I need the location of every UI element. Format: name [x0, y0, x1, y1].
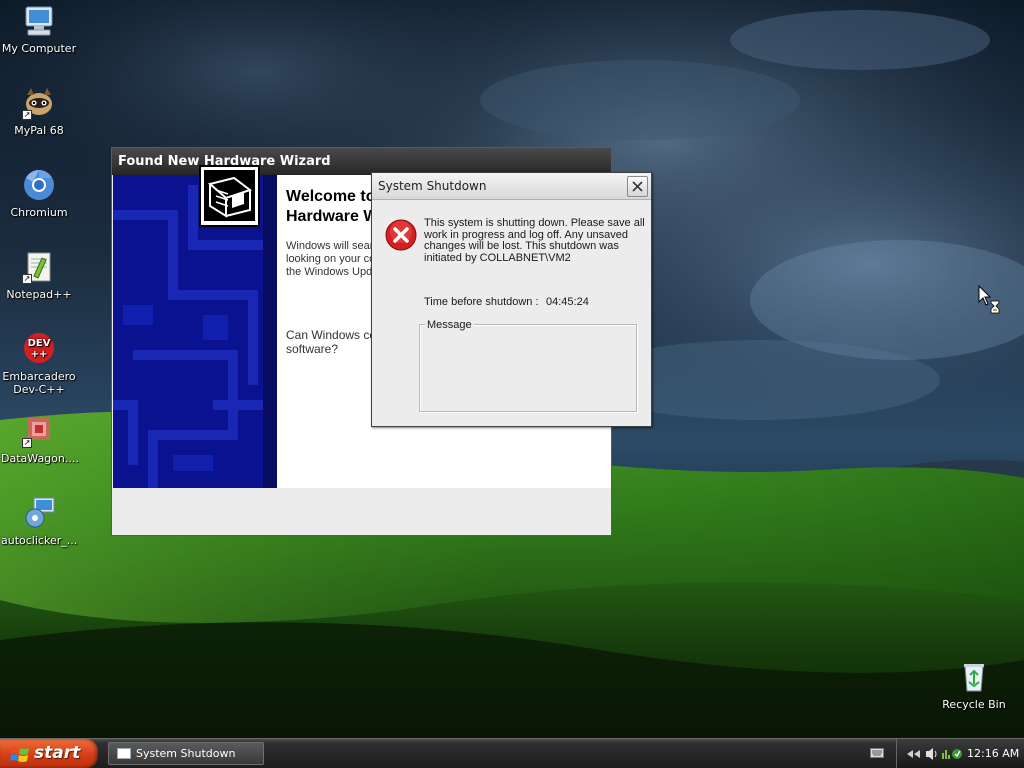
taskbar-clock[interactable]: 12:16 AM — [967, 747, 1019, 760]
busy-cursor-icon — [978, 284, 1000, 318]
close-icon — [632, 181, 643, 192]
desktop-icon-label: Chromium — [10, 206, 68, 219]
svg-text:++: ++ — [31, 349, 48, 360]
devcpp-icon: DEV ++ — [22, 332, 56, 366]
desktop-icon-label-line2: Dev-C++ — [13, 383, 65, 396]
desktop-icon-notepadpp[interactable]: ↗ Notepad++ — [1, 250, 77, 301]
desktop-icon-recycle-bin[interactable]: Recycle Bin — [936, 660, 1012, 711]
wizard-titlebar[interactable]: Found New Hardware Wizard — [112, 148, 611, 175]
network-icon[interactable] — [907, 750, 920, 758]
datawagon-icon: ↗ — [22, 414, 56, 448]
hardware-card-icon — [199, 165, 260, 227]
system-shutdown-dialog[interactable]: System Shutdown This system is shutting … — [371, 172, 652, 427]
error-icon — [385, 219, 417, 251]
message-group-label: Message — [425, 319, 474, 331]
shutdown-message-line1: This system is shutting down. Please sav… — [424, 217, 645, 229]
start-label: start — [34, 743, 81, 763]
desktop-icon-label: Notepad++ — [6, 288, 72, 301]
desktop-icon-chromium[interactable]: Chromium — [1, 168, 77, 219]
shutdown-message-line4: initiated by COLLABNET\VM2 — [424, 251, 571, 264]
system-tray: 12:16 AM — [896, 739, 1024, 768]
desktop-icon-label: MyPal 68 — [14, 124, 64, 137]
desktop-icon-label: My Computer — [1, 42, 77, 55]
desktop-icon-my-computer[interactable]: My Computer — [1, 4, 77, 55]
desktop-icon-mypal[interactable]: ↗ MyPal 68 — [1, 86, 77, 137]
desktop-icon-label-line1: Embarcadero — [2, 370, 76, 383]
shortcut-arrow-icon: ↗ — [22, 438, 32, 448]
taskbar-item-system-shutdown[interactable]: System Shutdown — [108, 742, 264, 765]
window-icon — [117, 748, 131, 759]
taskbar: start System Shutdown 12:16 AM — [0, 738, 1024, 768]
notepadpp-icon: ↗ — [22, 250, 56, 284]
shutdown-message-line3: changes will be lost. This shutdown was — [424, 240, 619, 252]
desktop-icon-label: autoclicker_... — [1, 534, 78, 547]
chromium-icon — [22, 168, 56, 202]
desktop-icon-datawagon[interactable]: ↗ DataWagon.... — [1, 414, 79, 465]
start-button[interactable]: start — [0, 739, 98, 768]
hardware-tray-icon[interactable] — [952, 749, 962, 759]
time-before-shutdown-label: Time before shutdown : — [424, 296, 539, 308]
raccoon-icon: ↗ — [22, 86, 56, 120]
autoclicker-icon — [22, 496, 56, 530]
shutdown-message: This system is shutting down. Please sav… — [424, 217, 646, 264]
shutdown-titlebar[interactable]: System Shutdown — [372, 173, 651, 200]
shutdown-title: System Shutdown — [378, 179, 487, 193]
svg-text:DEV: DEV — [28, 338, 51, 349]
wireless-icon[interactable] — [942, 750, 950, 759]
keyboard-icon[interactable] — [870, 748, 884, 761]
volume-icon[interactable] — [926, 748, 937, 760]
shortcut-arrow-icon: ↗ — [22, 110, 32, 120]
computer-icon — [22, 4, 56, 38]
windows-logo-icon — [10, 747, 29, 762]
desktop-icon-label: Recycle Bin — [942, 698, 1006, 711]
desktop-icon-autoclicker[interactable]: autoclicker_... — [1, 496, 77, 547]
desktop-icon-label: DataWagon.... — [1, 452, 79, 465]
shortcut-arrow-icon: ↗ — [22, 274, 32, 284]
recycle-bin-icon — [957, 660, 991, 694]
wizard-footer — [113, 488, 611, 535]
message-groupbox — [419, 324, 637, 412]
desktop-icon-devcpp[interactable]: DEV ++ Embarcadero Dev-C++ — [1, 332, 77, 396]
close-button[interactable] — [627, 176, 648, 197]
taskbar-item-label: System Shutdown — [136, 747, 236, 760]
time-before-shutdown-value: 04:45:24 — [546, 296, 589, 308]
